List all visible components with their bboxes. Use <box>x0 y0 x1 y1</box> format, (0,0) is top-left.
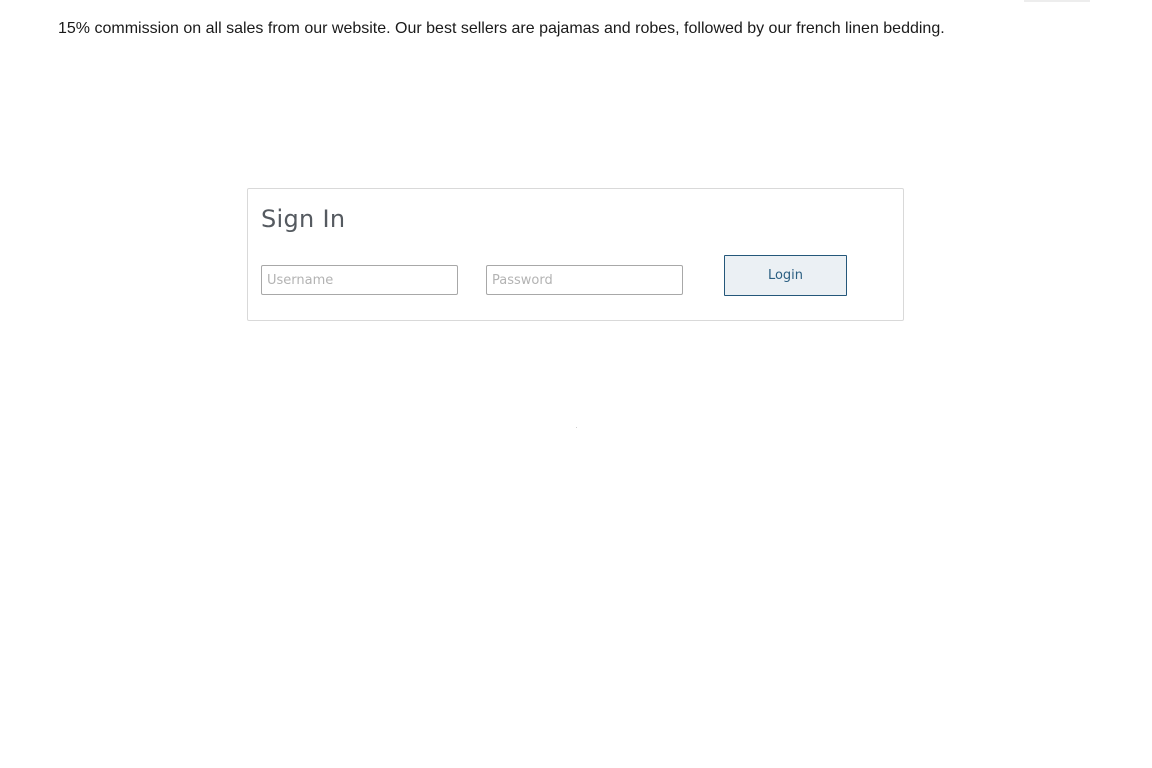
password-input[interactable] <box>486 265 683 295</box>
intro-text: 15% commission on all sales from our web… <box>58 20 945 37</box>
login-button[interactable]: Login <box>724 255 847 296</box>
sign-in-title: Sign In <box>261 205 346 233</box>
username-input[interactable] <box>261 265 458 295</box>
top-right-edge-element <box>1024 0 1090 2</box>
sign-in-panel: Sign In Login <box>247 188 904 321</box>
decorative-dot <box>576 427 577 428</box>
